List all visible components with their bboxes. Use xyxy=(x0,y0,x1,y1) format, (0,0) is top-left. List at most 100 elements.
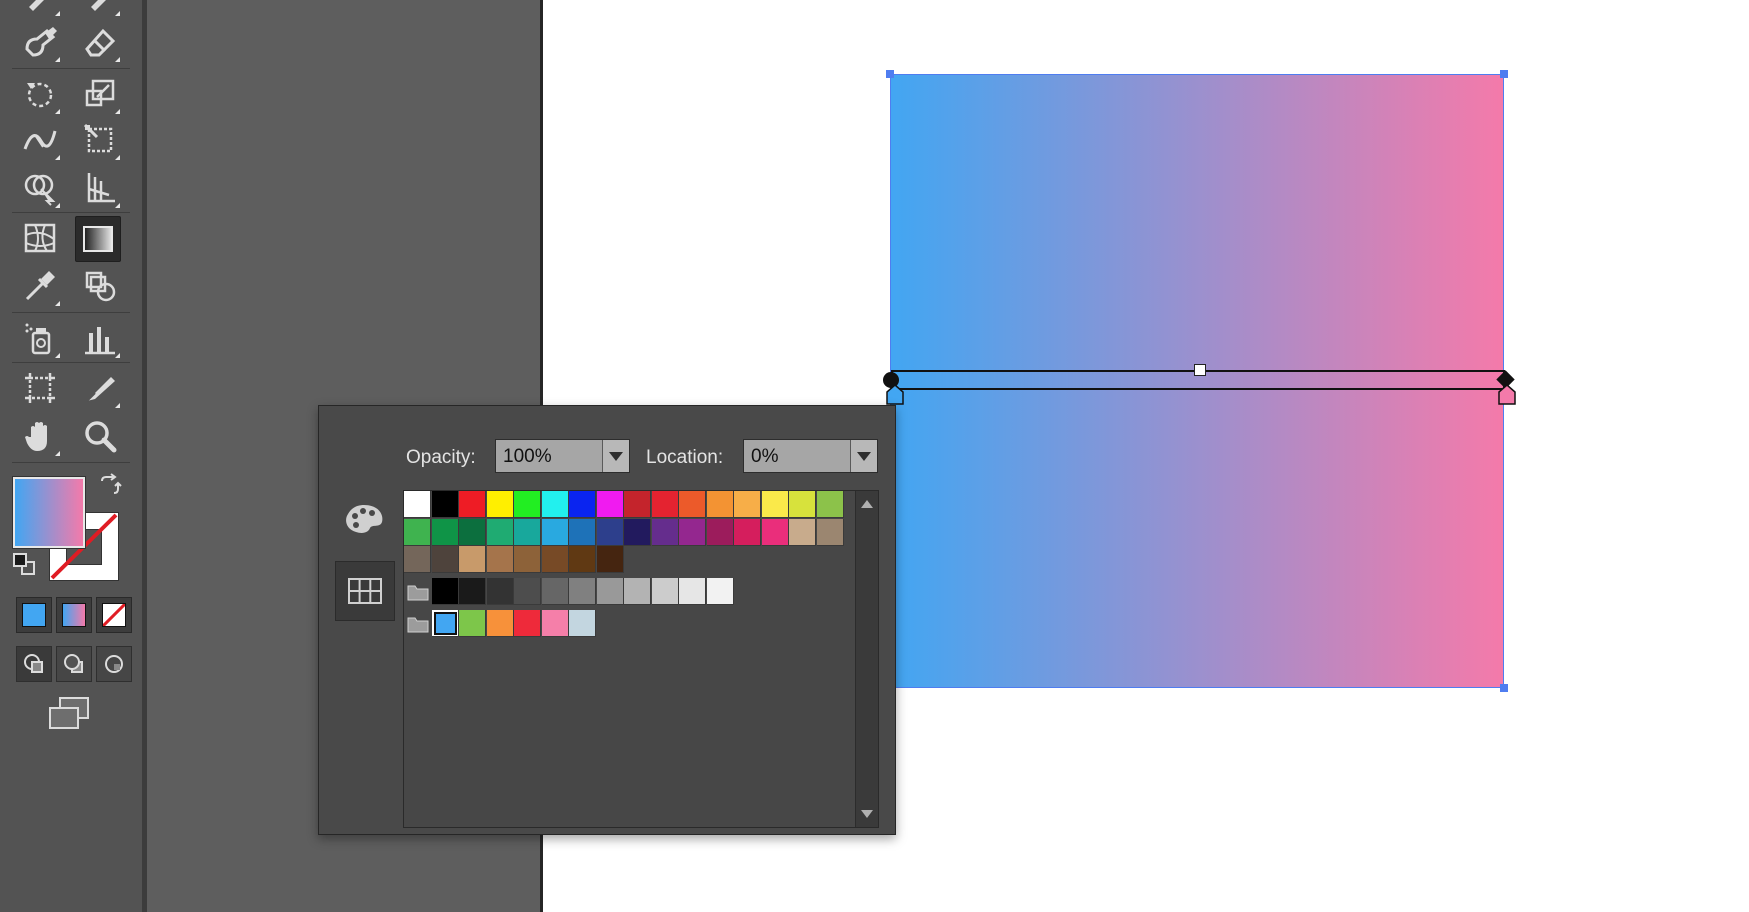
draw-behind-button[interactable] xyxy=(56,646,92,682)
swatch[interactable] xyxy=(542,546,569,573)
shape-builder-tool[interactable] xyxy=(18,166,62,210)
zoom-tool[interactable] xyxy=(78,414,122,458)
blob-brush-tool[interactable] xyxy=(18,20,62,64)
scale-tool[interactable] xyxy=(78,72,122,116)
swatch[interactable] xyxy=(624,519,651,546)
artboard-tool[interactable] xyxy=(18,366,62,410)
smooth-tool[interactable] xyxy=(78,0,122,18)
swatch[interactable] xyxy=(487,610,514,637)
draw-normal-button[interactable] xyxy=(16,646,52,682)
width-tool[interactable] xyxy=(18,118,62,162)
blend-tool[interactable] xyxy=(78,264,122,308)
swatch[interactable] xyxy=(624,578,651,605)
swatches-panel-button[interactable] xyxy=(335,561,395,621)
swatch[interactable] xyxy=(432,610,459,637)
swatch[interactable] xyxy=(487,578,514,605)
eraser-tool[interactable] xyxy=(78,20,122,64)
location-field[interactable]: 0% xyxy=(743,439,878,473)
color-panel-button[interactable] xyxy=(335,490,393,548)
swatch[interactable] xyxy=(459,578,486,605)
swatch[interactable] xyxy=(679,519,706,546)
pencil-tool[interactable] xyxy=(18,0,62,18)
hand-tool[interactable] xyxy=(18,414,62,458)
swatch[interactable] xyxy=(597,546,624,573)
symbol-sprayer-tool[interactable] xyxy=(18,316,62,360)
default-fill-stroke-icon[interactable] xyxy=(12,552,36,581)
screen-mode-button[interactable] xyxy=(46,696,92,737)
swatch[interactable] xyxy=(514,491,541,518)
swatch[interactable] xyxy=(679,491,706,518)
location-value[interactable]: 0% xyxy=(744,440,850,472)
swatch[interactable] xyxy=(432,546,459,573)
swatch[interactable] xyxy=(707,491,734,518)
swatch[interactable] xyxy=(514,519,541,546)
swatch[interactable] xyxy=(707,578,734,605)
swatch[interactable] xyxy=(734,491,761,518)
swatch[interactable] xyxy=(542,519,569,546)
swatch[interactable] xyxy=(817,491,844,518)
swatch[interactable] xyxy=(514,610,541,637)
swatch[interactable] xyxy=(597,519,624,546)
swap-fill-stroke-icon[interactable] xyxy=(98,473,122,502)
location-dropdown-icon[interactable] xyxy=(850,440,877,472)
swatch[interactable] xyxy=(707,519,734,546)
swatch[interactable] xyxy=(789,491,816,518)
swatch[interactable] xyxy=(569,610,596,637)
scroll-up-icon[interactable] xyxy=(861,500,873,508)
swatch[interactable] xyxy=(432,491,459,518)
opacity-value[interactable]: 100% xyxy=(496,440,602,472)
swatch[interactable] xyxy=(597,491,624,518)
swatch[interactable] xyxy=(734,519,761,546)
opacity-field[interactable]: 100% xyxy=(495,439,630,473)
swatch[interactable] xyxy=(459,491,486,518)
swatch[interactable] xyxy=(432,578,459,605)
swatch[interactable] xyxy=(404,491,431,518)
swatch[interactable] xyxy=(817,519,844,546)
draw-inside-button[interactable] xyxy=(96,646,132,682)
swatch[interactable] xyxy=(542,610,569,637)
swatch[interactable] xyxy=(459,546,486,573)
swatch[interactable] xyxy=(404,519,431,546)
swatch[interactable] xyxy=(404,546,431,573)
gradient-stop-start[interactable] xyxy=(886,384,904,405)
swatch[interactable] xyxy=(652,519,679,546)
swatch[interactable] xyxy=(569,519,596,546)
slice-tool[interactable] xyxy=(78,366,122,410)
mesh-tool[interactable] xyxy=(18,216,62,260)
rotate-tool[interactable] xyxy=(18,72,62,116)
swatch[interactable] xyxy=(569,491,596,518)
swatch[interactable] xyxy=(762,519,789,546)
gradient-tool[interactable] xyxy=(75,216,121,262)
swatch[interactable] xyxy=(542,578,569,605)
gradient-stop-end[interactable] xyxy=(1498,384,1516,405)
swatch[interactable] xyxy=(652,491,679,518)
swatch-scrollbar[interactable] xyxy=(855,491,878,827)
swatch[interactable] xyxy=(487,491,514,518)
swatch[interactable] xyxy=(652,578,679,605)
selection-handle[interactable] xyxy=(1500,684,1508,692)
swatch[interactable] xyxy=(514,578,541,605)
gradient-midpoint[interactable] xyxy=(1194,364,1206,376)
swatch[interactable] xyxy=(459,610,486,637)
swatch[interactable] xyxy=(597,578,624,605)
swatch[interactable] xyxy=(459,519,486,546)
swatch-group-grays[interactable] xyxy=(404,578,431,605)
none-mode-button[interactable] xyxy=(96,597,132,633)
swatch[interactable] xyxy=(789,519,816,546)
swatch[interactable] xyxy=(432,519,459,546)
color-mode-button[interactable] xyxy=(16,597,52,633)
swatch[interactable] xyxy=(542,491,569,518)
scroll-down-icon[interactable] xyxy=(861,810,873,818)
swatch[interactable] xyxy=(487,546,514,573)
gradient-mode-button[interactable] xyxy=(56,597,92,633)
swatch[interactable] xyxy=(624,491,651,518)
swatch[interactable] xyxy=(487,519,514,546)
opacity-dropdown-icon[interactable] xyxy=(602,440,629,472)
swatch[interactable] xyxy=(762,491,789,518)
fill-swatch[interactable] xyxy=(13,477,85,548)
perspective-grid-tool[interactable] xyxy=(78,166,122,210)
swatch[interactable] xyxy=(569,546,596,573)
swatch[interactable] xyxy=(679,578,706,605)
eyedropper-tool[interactable] xyxy=(18,264,62,308)
swatch-group-colors[interactable] xyxy=(404,610,431,637)
